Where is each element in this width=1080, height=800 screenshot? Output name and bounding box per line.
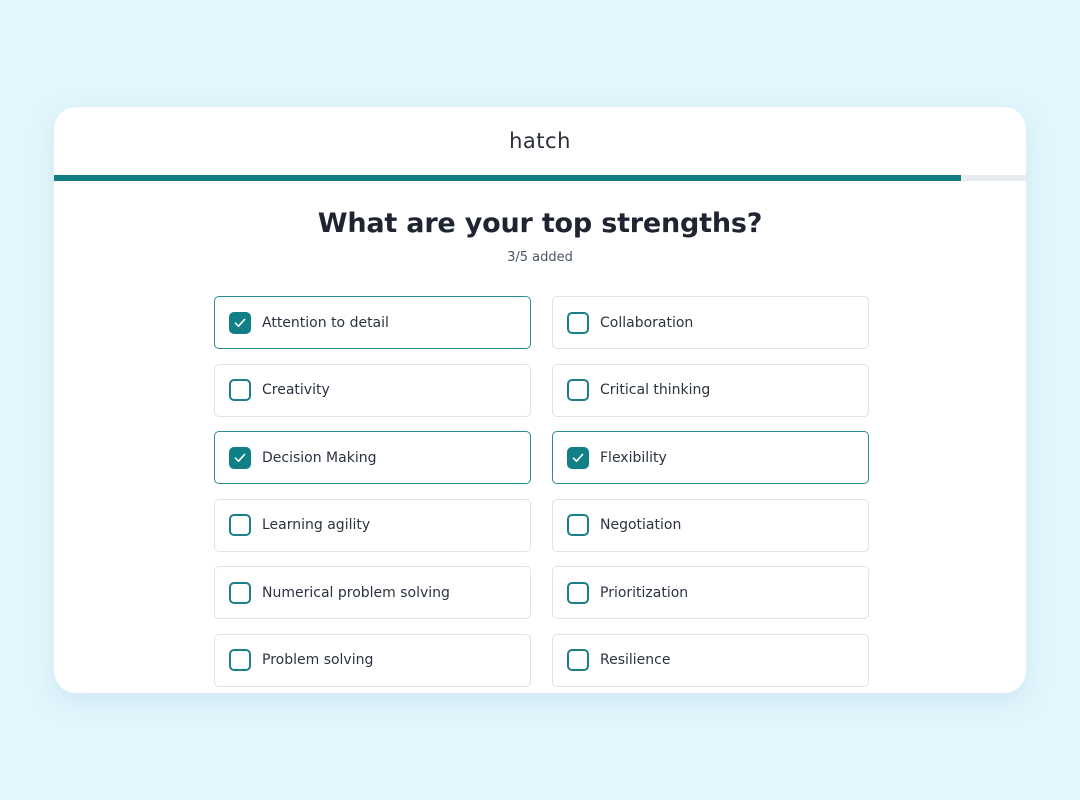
checkbox[interactable] [567,311,589,334]
progress-bar [54,175,1026,181]
checkbox[interactable] [229,649,251,671]
option-attention-to-detail[interactable]: Attention to detail [214,296,531,349]
check-icon [234,453,246,462]
option-numerical-problem-solving[interactable]: Numerical problem solving [214,566,531,619]
option-label: Critical thinking [600,382,711,398]
option-decision-making[interactable]: Decision Making [214,431,531,484]
checkbox[interactable] [229,514,251,536]
strengths-options: Attention to detail Collaboration Creati… [214,296,869,687]
option-label: Attention to detail [262,314,389,331]
option-label: Negotiation [600,517,682,533]
option-label: Decision Making [262,449,377,466]
option-flexibility[interactable]: Flexibility [552,431,869,484]
option-negotiation[interactable]: Negotiation [552,498,869,552]
option-label: Resilience [600,652,671,668]
option-problem-solving[interactable]: Problem solving [214,633,531,687]
option-label: Prioritization [600,584,689,601]
option-label: Learning agility [262,517,371,533]
brand-logo: hatch [509,129,571,153]
option-prioritization[interactable]: Prioritization [552,566,869,619]
option-label: Numerical problem solving [262,584,450,601]
option-label: Creativity [262,382,330,398]
checkbox[interactable] [567,649,589,671]
check-icon [234,318,246,327]
checkbox[interactable] [229,311,251,334]
checkbox[interactable] [567,446,589,469]
checkbox[interactable] [229,446,251,469]
survey-card: hatch What are your top strengths? 3/5 a… [54,107,1026,693]
checkbox[interactable] [229,379,251,401]
checkbox[interactable] [567,581,589,604]
option-creativity[interactable]: Creativity [214,363,531,417]
option-learning-agility[interactable]: Learning agility [214,498,531,552]
option-critical-thinking[interactable]: Critical thinking [552,363,869,417]
question-title: What are your top strengths? [317,208,763,239]
check-icon [572,453,584,462]
option-collaboration[interactable]: Collaboration [552,296,869,349]
checkbox[interactable] [567,514,589,536]
progress-bar-fill [54,175,961,181]
checkbox[interactable] [229,581,251,604]
option-label: Problem solving [262,652,374,668]
checkbox[interactable] [567,379,589,401]
option-resilience[interactable]: Resilience [552,633,869,687]
selection-count: 3/5 added [507,250,573,265]
option-label: Flexibility [600,449,667,466]
option-label: Collaboration [600,314,694,331]
